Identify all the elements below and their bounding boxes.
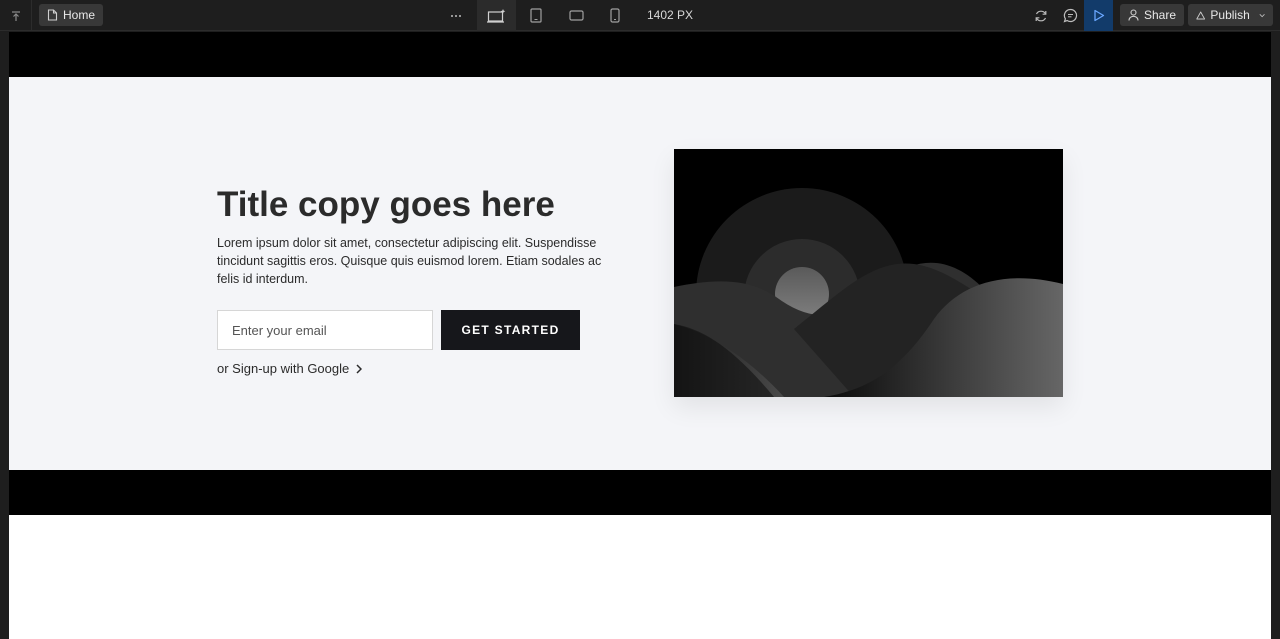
- landscape-placeholder-image[interactable]: [674, 149, 1063, 397]
- hero-section[interactable]: Title copy goes here Lorem ipsum dolor s…: [9, 77, 1271, 470]
- chevron-right-icon: [356, 363, 363, 374]
- publish-button[interactable]: Publish: [1188, 4, 1273, 26]
- tablet-icon: [530, 8, 542, 23]
- align-top-icon: [11, 10, 20, 21]
- page-selector[interactable]: Home: [39, 4, 104, 26]
- hero-description[interactable]: Lorem ipsum dolor sit amet, consectetur …: [217, 234, 617, 288]
- collapse-panel-button[interactable]: [0, 0, 31, 31]
- share-label: Share: [1144, 8, 1177, 22]
- design-canvas[interactable]: Title copy goes here Lorem ipsum dolor s…: [9, 32, 1271, 639]
- top-section-band[interactable]: [9, 32, 1271, 77]
- comments-button[interactable]: [1058, 0, 1082, 31]
- publish-icon: [1196, 11, 1206, 19]
- desktop-star-icon: [486, 8, 505, 23]
- mobile-landscape-breakpoint-button[interactable]: [561, 0, 591, 31]
- user-icon: [1128, 9, 1139, 21]
- viewport-width-label: 1402 PX: [647, 8, 694, 22]
- more-dots-icon: [451, 14, 461, 17]
- google-signup-label: or Sign-up with Google: [217, 361, 350, 376]
- get-started-button[interactable]: GET STARTED: [441, 310, 580, 350]
- mobile-portrait-breakpoint-button[interactable]: [602, 0, 628, 31]
- play-icon: [1093, 9, 1104, 22]
- bottom-section-band[interactable]: [9, 470, 1271, 515]
- share-button[interactable]: Share: [1120, 4, 1185, 26]
- desktop-breakpoint-button[interactable]: [477, 0, 516, 31]
- more-options-button[interactable]: [441, 0, 471, 31]
- refresh-icon: [1035, 10, 1047, 21]
- hero-title[interactable]: Title copy goes here: [217, 185, 555, 225]
- chevron-down-icon: [1259, 13, 1265, 17]
- editor-toolbar: Home 1402 PX Share Publish: [0, 0, 1280, 31]
- tablet-breakpoint-button[interactable]: [522, 0, 550, 31]
- page-icon: [47, 9, 58, 21]
- page-name: Home: [63, 8, 96, 22]
- publish-label: Publish: [1210, 8, 1250, 22]
- email-input[interactable]: [217, 310, 433, 350]
- google-signup-link[interactable]: or Sign-up with Google: [217, 361, 363, 376]
- phone-portrait-icon: [610, 8, 620, 23]
- preview-button[interactable]: [1084, 0, 1113, 31]
- comment-icon: [1063, 8, 1077, 23]
- phone-landscape-icon: [568, 10, 584, 21]
- toolbar-divider: [31, 0, 32, 31]
- refresh-button[interactable]: [1029, 0, 1053, 31]
